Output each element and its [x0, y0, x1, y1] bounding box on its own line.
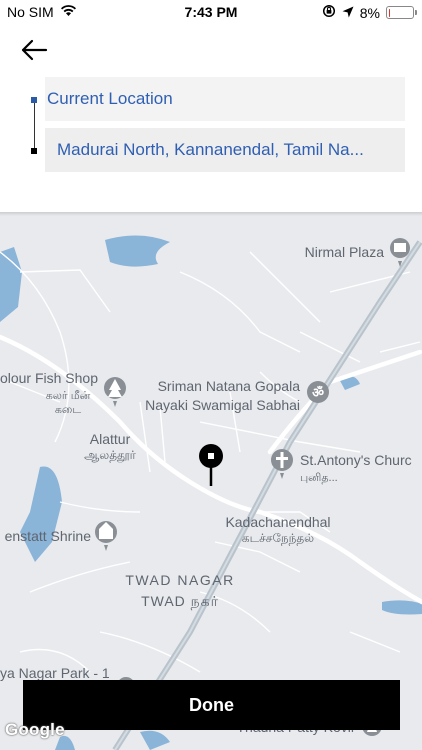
destination-marker-icon — [31, 148, 37, 154]
pickup-marker-icon — [31, 97, 37, 103]
label-nirmal-plaza: Nirmal Plaza — [305, 244, 385, 260]
map-canvas: ॐ Nirmal Plaza olour Fish Shop கலர் மீன்… — [0, 212, 422, 750]
label-twad-nagar-tamil: TWAD நகர் — [141, 593, 219, 610]
map-top-shadow — [0, 212, 422, 216]
sabhai-poi-icon: ॐ — [307, 381, 329, 403]
label-kadachanendhal-tamil: கடச்சநேந்தல் — [242, 531, 314, 545]
svg-text:ॐ: ॐ — [312, 385, 324, 401]
label-fish-shop-tamil-1: கலர் மீன் — [46, 390, 91, 402]
battery-fill — [388, 8, 391, 17]
done-button[interactable]: Done — [23, 680, 400, 730]
label-shrine: enstatt Shrine — [5, 528, 92, 544]
route-connector-line — [34, 100, 35, 150]
route-header: Current Location Madurai North, Kannanen… — [0, 24, 422, 212]
label-alattur: Alattur — [90, 431, 131, 447]
pickup-field[interactable]: Current Location — [45, 77, 405, 121]
label-sabhai-1: Sriman Natana Gopala — [158, 378, 301, 394]
google-attribution-logo: Google — [5, 720, 65, 739]
pickup-text: Current Location — [47, 89, 173, 108]
location-arrow-icon — [342, 5, 354, 21]
label-kadachanendhal: Kadachanendhal — [225, 514, 330, 530]
status-bar: No SIM 7:43 PM 8% — [0, 0, 422, 24]
rotation-lock-icon — [322, 4, 336, 21]
label-sabhai-2: Nayaki Swamigal Sabhai — [145, 397, 300, 413]
map-view[interactable]: ॐ Nirmal Plaza olour Fish Shop கலர் மீன்… — [0, 212, 422, 750]
status-right: 8% — [322, 4, 417, 21]
arrow-left-icon — [21, 39, 48, 61]
back-button[interactable] — [18, 36, 50, 64]
label-park: ya Nagar Park - 1 — [0, 665, 110, 681]
label-church-tamil: புனித... — [300, 472, 338, 484]
battery-icon — [386, 6, 417, 19]
destination-field[interactable]: Madurai North, Kannanendal, Tamil Na... — [45, 128, 405, 172]
destination-text: Madurai North, Kannanendal, Tamil Na... — [57, 140, 364, 159]
label-alattur-tamil: ஆலத்தூர் — [84, 448, 137, 463]
label-fish-shop-tamil-2: கடை — [55, 404, 81, 416]
label-twad-nagar: TWAD NAGAR — [125, 572, 234, 588]
battery-percent: 8% — [359, 4, 380, 21]
label-fish-shop: olour Fish Shop — [0, 370, 98, 386]
label-church: St.Antony's Churc — [300, 452, 412, 468]
